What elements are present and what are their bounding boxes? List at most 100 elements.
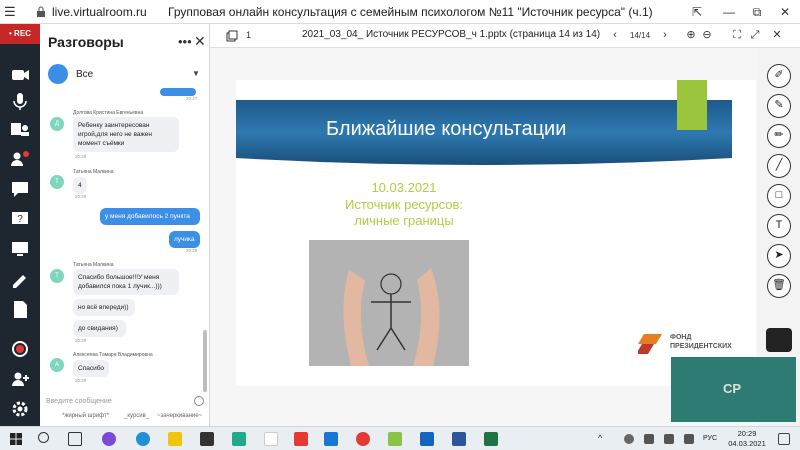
line-icon[interactable]: ╱ <box>767 154 791 178</box>
message-list[interactable]: 20:4? Д Долгова Кристина Евгеньевна Ребе… <box>40 88 202 388</box>
avatar: Т <box>50 269 64 283</box>
wifi-icon[interactable] <box>664 434 674 444</box>
pages-icon[interactable] <box>226 30 238 42</box>
green-accent-box <box>677 80 707 130</box>
photos-icon[interactable] <box>420 432 434 446</box>
clock[interactable]: 20:29 04.03.2021 <box>725 429 769 449</box>
message-author: Татьяна Малкина <box>73 262 114 268</box>
avatar: А <box>50 358 64 372</box>
document-icon[interactable] <box>8 298 32 320</box>
browser-title-bar: ☰ live.virtualroom.ru Групповая онлайн к… <box>0 0 800 24</box>
expand-icon[interactable]: ⤢ <box>748 28 762 42</box>
taskbar: ^ РУС 20:29 04.03.2021 <box>0 426 800 450</box>
message-bubble-prev <box>160 88 196 96</box>
emoji-icon[interactable] <box>194 396 204 406</box>
prev-page-icon[interactable]: ‹ <box>608 28 622 42</box>
fund-label-1: ФОНД <box>670 334 692 341</box>
app-green-icon[interactable] <box>388 432 402 446</box>
url-text[interactable]: live.virtualroom.ru <box>52 5 147 19</box>
opera-icon[interactable] <box>356 432 370 446</box>
language-indicator[interactable]: РУС <box>703 435 717 442</box>
word-icon[interactable] <box>452 432 466 446</box>
format-strike[interactable]: ~зачеркивание~ <box>157 413 202 419</box>
rec-badge: • REC <box>0 24 40 44</box>
zoom-out-icon[interactable]: ⊖ <box>700 28 714 42</box>
format-bold[interactable]: *жирный шрифт* <box>62 413 109 419</box>
format-italic[interactable]: _курсив_ <box>124 413 149 419</box>
pointer-icon[interactable]: ➤ <box>767 244 791 268</box>
camera-icon[interactable] <box>8 64 32 86</box>
video-tile[interactable]: СР <box>671 357 796 422</box>
question-icon[interactable]: ? <box>8 208 32 230</box>
message-author: Алексеева Тамара Владимировна <box>73 352 153 358</box>
search-icon[interactable] <box>38 432 49 443</box>
store-icon[interactable] <box>200 432 214 446</box>
app-l-icon[interactable] <box>232 432 246 446</box>
file-name: 2021_03_04_ Источник РЕСУРСОВ_ч 1.pptx (… <box>302 29 601 40</box>
record-icon[interactable] <box>8 338 32 360</box>
message-input[interactable]: Введите сообщение <box>46 398 186 405</box>
close-chat-button[interactable]: ✕ <box>194 33 206 50</box>
yandex-browser-icon[interactable] <box>294 432 308 446</box>
fund-label-2: ПРЕЗИДЕНТСКИХ <box>670 343 732 350</box>
message-bubble: Спасибо <box>73 360 109 377</box>
chat-panel: Разговоры ••• ✕ Все ▼ 20:4? Д Долгова Кр… <box>40 24 210 426</box>
menu-icon[interactable]: ☰ <box>4 4 30 20</box>
close-doc-icon[interactable]: ✕ <box>770 28 784 42</box>
message-time: 20:28 <box>75 154 87 159</box>
edge-icon[interactable] <box>136 432 150 446</box>
pen-icon[interactable] <box>8 268 32 290</box>
more-icon[interactable]: ••• <box>178 34 192 49</box>
brush-icon[interactable]: ✎ <box>767 94 791 118</box>
message-author: Долгова Кристина Евгеньевна <box>73 110 144 116</box>
network-icon[interactable] <box>624 434 634 444</box>
message-time: 20:29 <box>186 248 198 253</box>
notifications-icon[interactable] <box>778 433 790 445</box>
collapse-panel-icon[interactable] <box>766 328 792 352</box>
tray-chevron-icon[interactable]: ^ <box>598 433 602 443</box>
explorer-icon[interactable] <box>168 432 182 446</box>
message-bubble: Спасибо большое!!!У меня добавился пока … <box>73 269 179 295</box>
microphone-icon[interactable] <box>8 90 32 112</box>
conversation-selector[interactable]: Все <box>76 69 93 80</box>
next-page-icon[interactable]: › <box>658 28 672 42</box>
message-author: Татьяна Малкина <box>73 169 114 175</box>
trash-icon[interactable]: 🗑 <box>767 274 791 298</box>
minimize-button[interactable]: — <box>718 3 740 21</box>
highlighter-icon[interactable]: ✐ <box>767 64 791 88</box>
text-tool-icon[interactable]: T <box>767 214 791 238</box>
restore-button[interactable]: ⧉ <box>746 3 768 21</box>
install-app-icon[interactable]: ⇱ <box>686 3 708 21</box>
page-counter[interactable]: 14/14 <box>630 31 650 40</box>
close-window-button[interactable]: ✕ <box>774 3 796 21</box>
users-icon[interactable] <box>8 148 32 170</box>
document-toolbar: 1 2021_03_04_ Источник РЕСУРСОВ_ч 1.pptx… <box>210 24 800 48</box>
chevron-down-icon[interactable]: ▼ <box>192 69 200 78</box>
task-view-icon[interactable] <box>68 432 82 446</box>
clock-date: 04.03.2021 <box>728 439 766 448</box>
message-time: 20:29 <box>75 378 87 383</box>
lock-icon <box>37 6 45 17</box>
fit-screen-icon[interactable]: ⛶ <box>730 28 744 42</box>
mail-icon[interactable] <box>324 432 338 446</box>
left-rail: • REC ? <box>0 24 40 426</box>
chat-icon[interactable] <box>8 178 32 200</box>
marker-icon[interactable]: ✏ <box>767 124 791 148</box>
add-user-icon[interactable] <box>8 368 32 390</box>
volume-icon[interactable] <box>684 434 694 444</box>
chat-scrollbar[interactable] <box>203 330 207 392</box>
participant-initials: СР <box>723 381 742 396</box>
windows-start-icon[interactable] <box>10 433 22 445</box>
message-bubble: до свидания) <box>73 320 126 337</box>
svg-text:?: ? <box>17 214 23 225</box>
settings-icon[interactable] <box>8 398 32 420</box>
rectangle-icon[interactable]: □ <box>767 184 791 208</box>
excel-icon[interactable] <box>484 432 498 446</box>
yandex-y-icon[interactable] <box>264 432 278 446</box>
participants-icon[interactable] <box>8 118 32 140</box>
clock-time: 20:29 <box>737 429 757 438</box>
screen-share-icon[interactable] <box>8 238 32 260</box>
zoom-in-icon[interactable]: ⊕ <box>684 28 698 42</box>
alice-icon[interactable] <box>102 432 116 446</box>
battery-icon[interactable] <box>644 434 654 444</box>
